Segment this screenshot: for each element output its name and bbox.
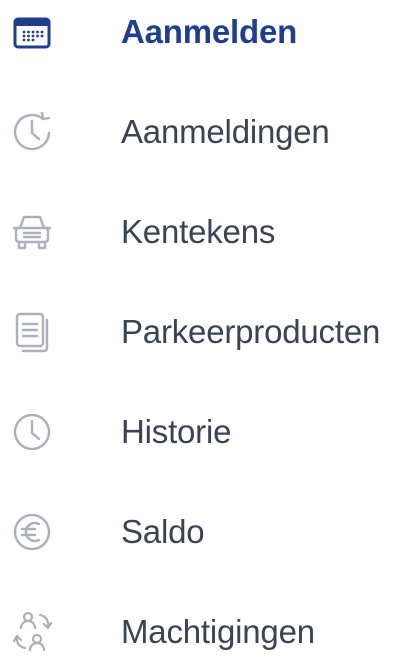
nav-item-historie[interactable]: Historie [0, 400, 411, 464]
nav-item-kentekens[interactable]: Kentekens [0, 200, 411, 264]
nav-item-saldo[interactable]: Saldo [0, 500, 411, 564]
clock-refresh-icon [6, 106, 58, 158]
nav-item-label: Historie [121, 413, 232, 450]
nav-item-label: Machtigingen [121, 613, 315, 650]
nav-item-parkeerproducten[interactable]: Parkeerproducten [0, 300, 411, 364]
euro-icon [6, 506, 58, 558]
documents-icon [6, 306, 58, 358]
clock-icon [6, 406, 58, 458]
nav-item-machtigingen[interactable]: Machtigingen [0, 600, 411, 664]
calendar-icon [6, 6, 58, 58]
nav-item-label: Kentekens [121, 213, 276, 250]
side-navigation: Aanmelden Aanmeldingen Kentekens Parkeer… [0, 0, 411, 665]
nav-item-label: Aanmeldingen [121, 113, 330, 150]
nav-item-label: Parkeerproducten [121, 313, 381, 350]
nav-item-aanmelden[interactable]: Aanmelden [0, 0, 411, 64]
car-icon [6, 206, 58, 258]
nav-item-aanmeldingen[interactable]: Aanmeldingen [0, 100, 411, 164]
nav-item-label: Saldo [121, 513, 205, 550]
nav-item-label: Aanmelden [121, 13, 298, 50]
users-swap-icon [6, 606, 58, 658]
